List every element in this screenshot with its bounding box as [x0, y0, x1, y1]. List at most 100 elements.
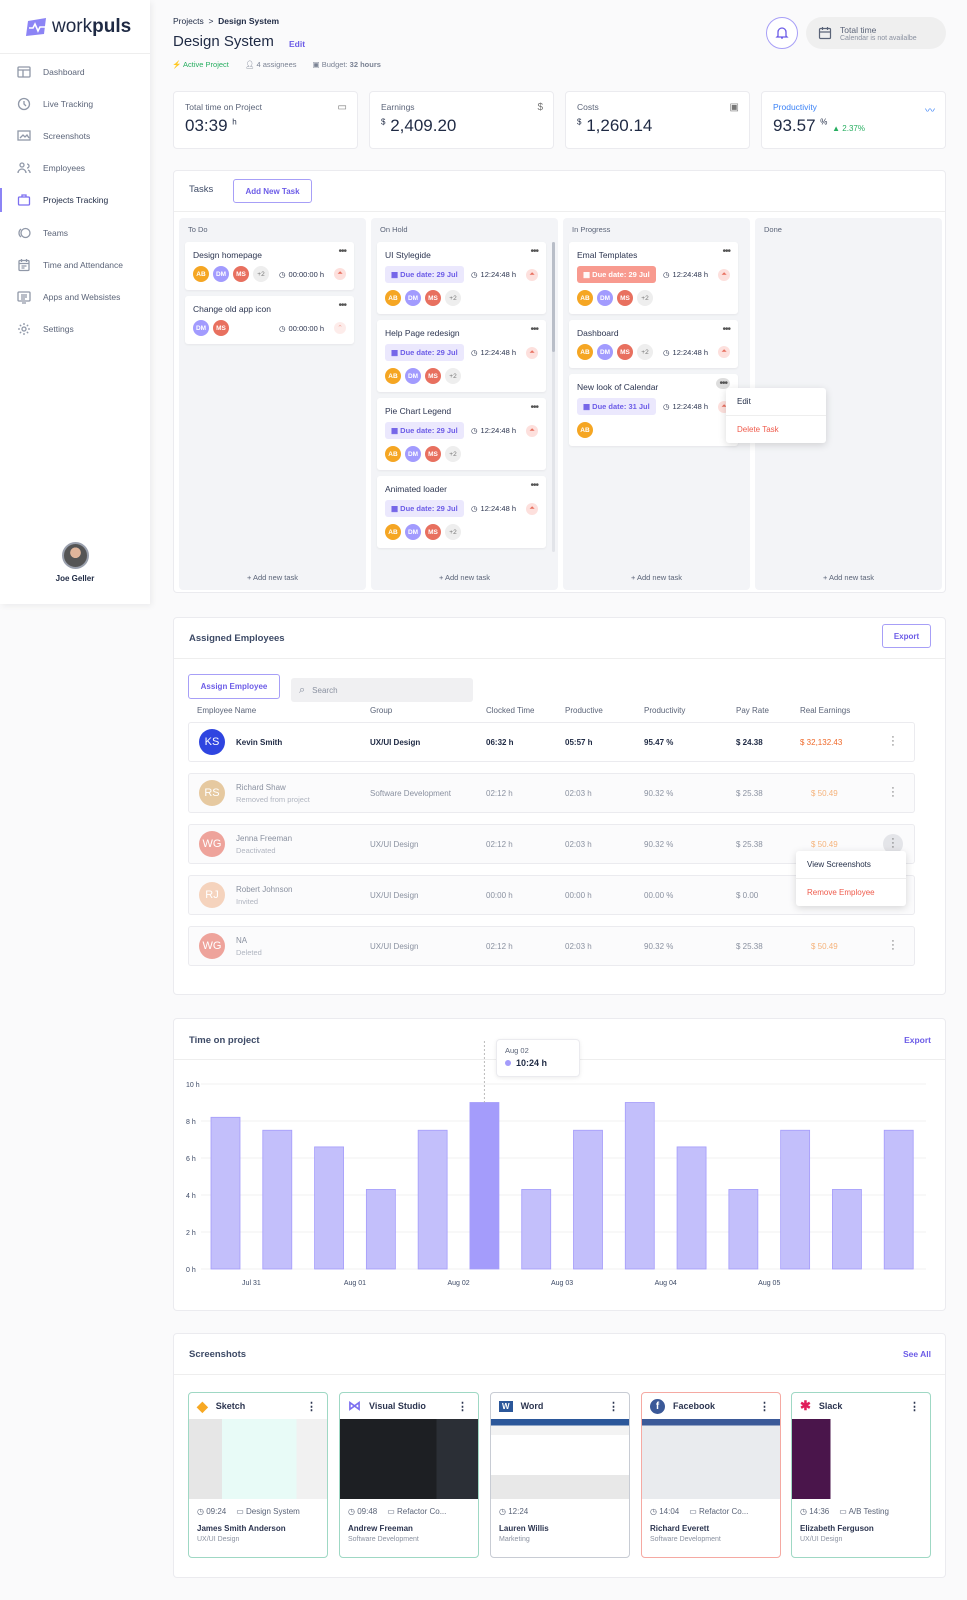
logo[interactable]: workpuls: [26, 16, 131, 38]
assignee-avatar[interactable]: MS: [617, 344, 633, 360]
assignee-avatar[interactable]: AB: [385, 524, 401, 540]
bar[interactable]: [314, 1146, 344, 1270]
table-row[interactable]: RS Richard Shaw Removed from project Soft…: [188, 773, 915, 813]
bar[interactable]: [728, 1189, 759, 1270]
table-row[interactable]: KS Kevin Smith UX/UI Design 06:32 h 05:57 …: [188, 722, 915, 762]
more-assignees[interactable]: +2: [445, 446, 461, 462]
remove-employee-option[interactable]: Remove Employee: [796, 878, 906, 906]
bar[interactable]: [417, 1129, 448, 1270]
add-task-button[interactable]: + Add new task: [755, 573, 942, 582]
screenshot-card[interactable]: f Facebook ⋮ ◷ 14:04 ▭ Refactor Co... Richa…: [641, 1392, 781, 1558]
add-task-button[interactable]: + Add new task: [371, 573, 558, 582]
more-options-button[interactable]: •••: [722, 246, 730, 257]
view-screenshots-option[interactable]: View Screenshots: [796, 851, 906, 878]
screenshot-thumbnail[interactable]: [491, 1419, 629, 1499]
screenshot-thumbnail[interactable]: [792, 1419, 930, 1499]
screenshot-thumbnail[interactable]: [189, 1419, 327, 1499]
bar[interactable]: [210, 1116, 241, 1270]
row-options-button[interactable]: · · ·: [886, 732, 900, 751]
assignee-avatar[interactable]: MS: [425, 446, 441, 462]
bar[interactable]: [676, 1146, 707, 1270]
bar[interactable]: [832, 1189, 862, 1270]
more-options-button[interactable]: •••: [530, 480, 538, 491]
sidebar-item-apps-and-websistes[interactable]: Apps and Websistes: [0, 285, 150, 309]
bar[interactable]: [780, 1129, 811, 1270]
bar[interactable]: [883, 1129, 914, 1270]
task-card[interactable]: Design homepage ••• AB DM MS +2 ◷ 00:00:00 h ⏶: [185, 242, 354, 290]
task-card[interactable]: Help Page redesign ••• ▦ Due date: 29 Jul ◷…: [377, 320, 546, 392]
assignee-avatar[interactable]: MS: [425, 368, 441, 384]
assignee-avatar[interactable]: DM: [213, 266, 229, 282]
sidebar-item-time-and-attendance[interactable]: Time and Attendance: [0, 253, 150, 277]
bar[interactable]: [573, 1129, 603, 1270]
search-input[interactable]: ⌕ Search: [291, 678, 473, 702]
more-options-button[interactable]: ⋮: [306, 1400, 317, 1413]
avatar[interactable]: [61, 542, 89, 569]
assignee-avatar[interactable]: AB: [577, 422, 593, 438]
sidebar-item-employees[interactable]: Employees: [0, 156, 150, 180]
assignee-avatar[interactable]: MS: [233, 266, 249, 282]
more-options-button[interactable]: •••: [722, 324, 730, 335]
assignee-avatar[interactable]: AB: [385, 446, 401, 462]
assignee-avatar[interactable]: AB: [385, 290, 401, 306]
total-time-widget[interactable]: Total time Calendar is not availalbe: [806, 17, 946, 49]
bar[interactable]: [469, 1102, 500, 1270]
more-options-button[interactable]: •••: [530, 246, 538, 257]
assignee-avatar[interactable]: AB: [577, 344, 593, 360]
screenshot-card[interactable]: ◆ Sketch ⋮ ◷ 09:24 ▭ Design System James Sm…: [188, 1392, 328, 1558]
sidebar-item-settings[interactable]: Settings: [0, 317, 150, 341]
assignee-avatar[interactable]: MS: [425, 290, 441, 306]
more-assignees[interactable]: +2: [637, 344, 653, 360]
more-options-button[interactable]: ⋮: [909, 1400, 920, 1413]
assignee-avatar[interactable]: MS: [425, 524, 441, 540]
see-all-link[interactable]: See All: [903, 1349, 931, 1359]
more-assignees[interactable]: +2: [253, 266, 269, 282]
row-options-button[interactable]: · · ·: [886, 936, 900, 955]
edit-link[interactable]: Edit: [289, 39, 305, 49]
screenshot-thumbnail[interactable]: [340, 1419, 478, 1499]
more-options-button[interactable]: •••: [530, 402, 538, 413]
more-assignees[interactable]: +2: [445, 290, 461, 306]
more-options-button[interactable]: ⋮: [457, 1400, 468, 1413]
assignee-avatar[interactable]: AB: [577, 290, 593, 306]
row-options-button[interactable]: · · ·: [886, 783, 900, 802]
assignee-avatar[interactable]: AB: [193, 266, 209, 282]
sidebar-item-screenshots[interactable]: Screenshots: [0, 124, 150, 148]
more-assignees[interactable]: +2: [445, 368, 461, 384]
assignee-avatar[interactable]: DM: [405, 446, 421, 462]
screenshot-card[interactable]: ✱ Slack ⋮ ◷ 14:36 ▭ A/B Testing Elizabeth F…: [791, 1392, 931, 1558]
assignee-avatar[interactable]: DM: [405, 368, 421, 384]
task-card[interactable]: Emal Templates ••• ▦ Due date: 29 Jul ◷ 12:2…: [569, 242, 738, 314]
sidebar-item-dashboard[interactable]: Dashboard: [0, 60, 150, 84]
user-profile[interactable]: Joe Geller: [0, 542, 150, 583]
screenshot-card[interactable]: W Word ⋮ ◷ 12:24 Lauren Willis Marketing: [490, 1392, 630, 1558]
assign-employee-button[interactable]: Assign Employee: [188, 674, 280, 699]
more-options-button[interactable]: •••: [338, 300, 346, 311]
delete-task-option[interactable]: Delete Task: [726, 415, 826, 443]
add-task-button[interactable]: + Add new task: [179, 573, 366, 582]
assignee-avatar[interactable]: AB: [385, 368, 401, 384]
bar[interactable]: [521, 1189, 552, 1270]
scrollbar[interactable]: [552, 242, 555, 552]
task-card[interactable]: Change old app icon ••• DM MS ◷ 00:00:00 h ⌃: [185, 296, 354, 344]
bar[interactable]: [262, 1129, 293, 1270]
export-employees-button[interactable]: Export: [882, 624, 931, 648]
screenshot-thumbnail[interactable]: [642, 1419, 780, 1499]
task-card[interactable]: Pie Chart Legend ••• ▦ Due date: 29 Jul ◷ 12…: [377, 398, 546, 470]
bar[interactable]: [624, 1102, 655, 1270]
screenshot-card[interactable]: ⋈ Visual Studio ⋮ ◷ 09:48 ▭ Refactor Co... …: [339, 1392, 479, 1558]
assignee-avatar[interactable]: MS: [617, 290, 633, 306]
assignee-avatar[interactable]: DM: [597, 344, 613, 360]
add-new-task-button[interactable]: Add New Task: [233, 179, 312, 203]
sidebar-item-projects-tracking[interactable]: Projects Tracking: [0, 188, 150, 212]
more-options-button[interactable]: ⋮: [759, 1400, 770, 1413]
more-options-button[interactable]: •••: [530, 324, 538, 335]
breadcrumb-projects[interactable]: Projects: [173, 16, 204, 26]
assignee-avatar[interactable]: DM: [405, 290, 421, 306]
task-card[interactable]: Dashboard ••• AB DM MS +2 ◷ 12:24:48 h ⏶: [569, 320, 738, 368]
sidebar-item-live-tracking[interactable]: Live Tracking: [0, 92, 150, 116]
table-row[interactable]: WG NA Deleted UX/UI Design 02:12 h 02:03 h 9…: [188, 926, 915, 966]
sidebar-item-teams[interactable]: Teams: [0, 221, 150, 245]
assignee-avatar[interactable]: MS: [213, 320, 229, 336]
bar[interactable]: [365, 1189, 396, 1270]
